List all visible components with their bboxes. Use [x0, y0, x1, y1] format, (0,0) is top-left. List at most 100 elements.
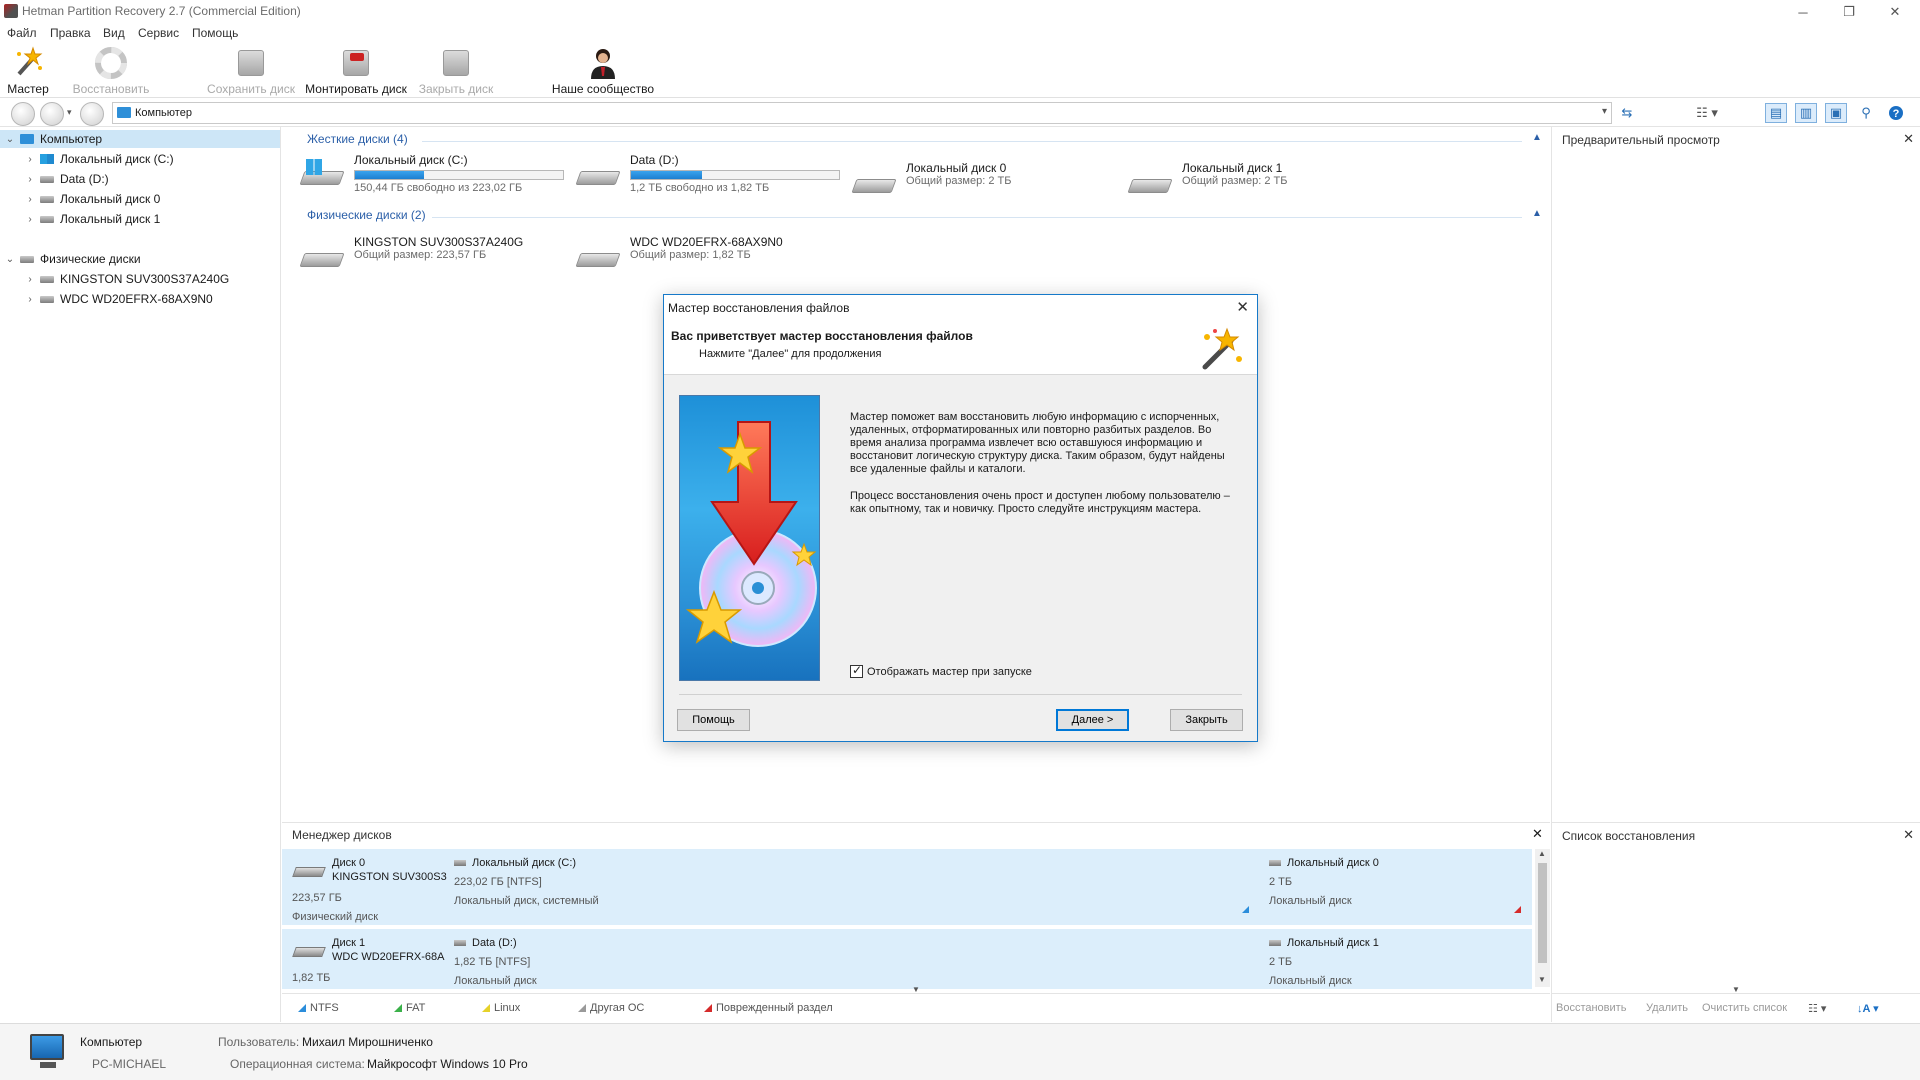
view-mode-icon[interactable]: ☷ ▾: [1690, 103, 1724, 123]
search-icon[interactable]: ⚲: [1855, 103, 1877, 123]
mount-disk-icon: [339, 46, 373, 80]
hard-disk-icon: [40, 215, 54, 223]
ntfs-marker-icon: [1242, 906, 1249, 913]
address-dropdown-icon[interactable]: ▾: [1602, 106, 1607, 117]
group-header-hard-disks[interactable]: Жесткие диски (4): [307, 132, 408, 150]
computer-icon: [117, 107, 131, 118]
menu-view[interactable]: Вид: [103, 26, 125, 40]
tree-item-physical-disks[interactable]: ⌄ Физические диски: [4, 250, 141, 268]
disk-tile-c[interactable]: Локальный диск (C:) 150,44 ГБ свободно и…: [299, 151, 572, 195]
partition-c[interactable]: Локальный диск (C:) 223,02 ГБ [NTFS] Лок…: [454, 857, 599, 907]
tree-item-wdc[interactable]: › WDC WD20EFRX-68AX9N0: [24, 290, 212, 308]
tree-item-disk-c[interactable]: › Локальный диск (C:): [24, 150, 173, 168]
close-icon[interactable]: ✕: [1903, 131, 1914, 147]
panel-preview-icon[interactable]: ▥: [1795, 103, 1817, 123]
menu-service[interactable]: Сервис: [138, 26, 179, 40]
tree-item-computer[interactable]: ⌄ Компьютер: [4, 130, 102, 148]
disk-manager-panel: Менеджер дисков ✕ Диск 0 KINGSTON SUV300…: [282, 822, 1550, 1022]
close-icon[interactable]: ✕: [1532, 826, 1543, 842]
up-button[interactable]: [80, 102, 104, 126]
disk-tile-d[interactable]: Data (D:) 1,2 ТБ свободно из 1,82 ТБ: [575, 151, 848, 195]
close-button[interactable]: Закрыть: [1170, 709, 1243, 731]
disk-tile-0[interactable]: Локальный диск 0 Общий размер: 2 ТБ: [851, 159, 1124, 203]
expand-icon[interactable]: ›: [24, 174, 36, 185]
minimize-icon[interactable]: ─: [1780, 0, 1826, 24]
disk-tile-kingston[interactable]: KINGSTON SUV300S37A240G Общий размер: 22…: [299, 233, 572, 277]
status-bar: Компьютер PC-MICHAEL Пользователь: Михаи…: [0, 1023, 1920, 1080]
legend-ntfs: NTFS: [298, 1002, 339, 1014]
legend-fat: FAT: [394, 1002, 425, 1014]
disk-tile-1[interactable]: Локальный диск 1 Общий размер: 2 ТБ: [1127, 159, 1400, 203]
save-disk-button[interactable]: Сохранить диск: [206, 44, 296, 98]
expand-icon[interactable]: ›: [24, 194, 36, 205]
expand-icon[interactable]: ›: [24, 154, 36, 165]
wizard-button[interactable]: Мастер: [4, 44, 52, 98]
tree-item-disk-1[interactable]: › Локальный диск 1: [24, 210, 160, 228]
computer-icon: [20, 134, 34, 144]
partition-local-1[interactable]: Локальный диск 1 2 ТБ Локальный диск: [1269, 937, 1379, 987]
hard-disk-icon: [292, 947, 326, 957]
address-field[interactable]: Компьютер ▾: [112, 102, 1612, 124]
help-button[interactable]: Помощь: [677, 709, 750, 731]
menu-file[interactable]: Файл: [7, 26, 37, 40]
hard-disk-icon: [40, 295, 54, 303]
collapse-group-icon[interactable]: ▲: [1532, 132, 1542, 143]
status-os-value: Майкрософт Windows 10 Pro: [367, 1057, 528, 1071]
restore-icon[interactable]: ❐: [1826, 0, 1872, 24]
panel-save-icon[interactable]: ▣: [1825, 103, 1847, 123]
collapse-group-icon[interactable]: ▲: [1532, 208, 1542, 219]
close-disk-button[interactable]: Закрыть диск: [416, 44, 496, 98]
status-os-label: Операционная система:: [230, 1057, 365, 1071]
community-button[interactable]: Наше сообщество: [550, 44, 656, 98]
partition-d[interactable]: Data (D:) 1,82 ТБ [NTFS] Локальный диск: [454, 937, 537, 987]
disk-manager-row[interactable]: Диск 1 WDC WD20EFRX-68A 1,82 ТБ Data (D:…: [282, 929, 1532, 991]
scrollbar[interactable]: ▲ ▼: [1535, 849, 1550, 987]
status-user-label: Пользователь:: [218, 1035, 300, 1049]
tree-item-kingston[interactable]: › KINGSTON SUV300S37A240G: [24, 270, 229, 288]
user-avatar-icon: [586, 46, 620, 80]
tree-item-disk-d[interactable]: › Data (D:): [24, 170, 108, 188]
close-icon[interactable]: ✕: [1872, 0, 1918, 24]
forward-button[interactable]: [40, 102, 64, 126]
checkbox-icon[interactable]: [850, 663, 863, 678]
scrollbar-thumb[interactable]: [1538, 863, 1547, 963]
disk-tile-wdc[interactable]: WDC WD20EFRX-68AX9N0 Общий размер: 1,82 …: [575, 233, 848, 277]
svg-text:?: ?: [1893, 108, 1900, 120]
hard-disk-icon: [575, 247, 621, 269]
expand-icon[interactable]: ›: [24, 294, 36, 305]
menu-bar: Файл Правка Вид Сервис Помощь: [0, 24, 1920, 44]
delete-action[interactable]: Удалить: [1646, 1002, 1688, 1014]
usage-bar: [354, 170, 564, 180]
expand-icon[interactable]: ›: [24, 214, 36, 225]
expand-icon[interactable]: ›: [24, 274, 36, 285]
close-disk-icon: [439, 46, 473, 80]
show-wizard-checkbox[interactable]: Отображать мастер при запуске: [850, 663, 1032, 678]
close-icon[interactable]: ✕: [1903, 827, 1914, 843]
tree-item-disk-0[interactable]: › Локальный диск 0: [24, 190, 160, 208]
collapse-icon[interactable]: ⌄: [4, 254, 16, 265]
recover-action[interactable]: Восстановить: [1556, 1002, 1626, 1014]
legend-linux: Linux: [482, 1002, 520, 1014]
history-dropdown-icon[interactable]: ▾: [67, 107, 72, 118]
restore-button[interactable]: Восстановить: [72, 44, 150, 98]
partition-local-0[interactable]: Локальный диск 0 2 ТБ Локальный диск: [1269, 857, 1379, 907]
panel-disks-icon[interactable]: ▤: [1765, 103, 1787, 123]
disk-manager-row[interactable]: Диск 0 KINGSTON SUV300S3 223,57 ГБ Физич…: [282, 849, 1532, 927]
magic-wand-icon: [1197, 327, 1245, 371]
menu-help[interactable]: Помощь: [192, 26, 238, 40]
menu-edit[interactable]: Правка: [50, 26, 91, 40]
dialog-header: Вас приветствует мастер восстановления ф…: [664, 319, 1257, 375]
mount-disk-button[interactable]: Монтировать диск: [304, 44, 408, 98]
list-view-icon[interactable]: ☷ ▾: [1808, 1002, 1826, 1015]
next-button[interactable]: Далее >: [1056, 709, 1129, 731]
close-icon[interactable]: ✕: [1236, 298, 1249, 316]
group-header-physical-disks[interactable]: Физические диски (2): [307, 208, 426, 226]
help-icon[interactable]: ?: [1885, 103, 1907, 123]
refresh-icon[interactable]: ⇆: [1616, 103, 1638, 123]
wizard-illustration: [679, 395, 820, 681]
back-button[interactable]: [11, 102, 35, 126]
sort-icon[interactable]: ↓A ▾: [1857, 1002, 1879, 1015]
collapse-icon[interactable]: ⌄: [4, 134, 16, 145]
clear-list-action[interactable]: Очистить список: [1702, 1002, 1787, 1014]
legend-other-os: Другая ОС: [578, 1002, 644, 1014]
